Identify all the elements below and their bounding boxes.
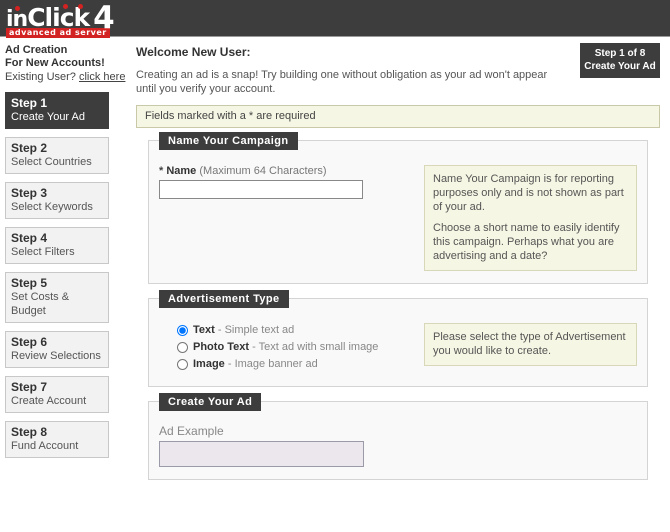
panel-body: * Name (Maximum 64 Characters) Name Your… bbox=[159, 157, 637, 271]
ad-type-option-image[interactable]: Image - Image banner ad bbox=[159, 357, 414, 371]
step-indicator-badge: Step 1 of 8 Create Your Ad bbox=[580, 43, 660, 78]
required-asterisk: * bbox=[159, 165, 164, 177]
panel-name-your-campaign: Name Your Campaign * Name (Maximum 64 Ch… bbox=[148, 132, 648, 284]
sidebar-step-2[interactable]: Step 2 Select Countries bbox=[5, 137, 109, 174]
step-number: Step 7 bbox=[11, 380, 48, 394]
ad-type-label-text[interactable]: Text - Simple text ad bbox=[193, 323, 294, 337]
step-label: Fund Account bbox=[11, 440, 79, 452]
ad-type-help-box: Please select the type of Advertisement … bbox=[424, 323, 637, 366]
campaign-name-field-group: * Name (Maximum 64 Characters) bbox=[159, 165, 414, 199]
campaign-name-label-text: Name bbox=[166, 165, 197, 177]
ad-type-radio-photo-text[interactable] bbox=[177, 341, 188, 353]
campaign-help-box: Name Your Campaign is for reporting purp… bbox=[424, 165, 637, 271]
logo-dot-icon bbox=[78, 4, 83, 9]
panel-legend: Create Your Ad bbox=[159, 393, 262, 411]
campaign-name-label: * Name (Maximum 64 Characters) bbox=[159, 165, 414, 177]
sidebar-step-7[interactable]: Step 7 Create Account bbox=[5, 376, 109, 413]
campaign-help-column: Name Your Campaign is for reporting purp… bbox=[414, 165, 637, 271]
sidebar: Ad Creation For New Accounts! Existing U… bbox=[0, 37, 126, 466]
sidebar-step-6[interactable]: Step 6 Review Selections bbox=[5, 331, 109, 368]
page-body: Ad Creation For New Accounts! Existing U… bbox=[0, 37, 670, 494]
ad-type-radio-text[interactable] bbox=[177, 324, 188, 336]
logo-text-version: 4 bbox=[93, 0, 115, 36]
step-number: Step 4 bbox=[11, 231, 48, 245]
logo-wordmark: inClick 4 bbox=[6, 1, 115, 34]
step-number: Step 1 bbox=[11, 96, 48, 110]
sidebar-step-8[interactable]: Step 8 Fund Account bbox=[5, 421, 109, 458]
app-header: inClick 4 advanced ad server bbox=[0, 0, 670, 38]
ad-type-name: Text bbox=[193, 324, 215, 336]
step-label: Set Costs & Budget bbox=[11, 291, 70, 317]
ad-example-group: Ad Example bbox=[159, 424, 637, 467]
step-number: Step 6 bbox=[11, 335, 48, 349]
panel-body: Text - Simple text ad Photo Text - Text … bbox=[159, 315, 637, 374]
step-number: Step 3 bbox=[11, 186, 48, 200]
ad-type-label-photo-text[interactable]: Photo Text - Text ad with small image bbox=[193, 340, 378, 354]
ad-type-desc: - Simple text ad bbox=[217, 324, 295, 336]
panel-legend: Advertisement Type bbox=[159, 290, 289, 308]
campaign-name-hint: (Maximum 64 Characters) bbox=[199, 165, 327, 177]
step-label: Review Selections bbox=[11, 350, 101, 362]
ad-type-name: Photo Text bbox=[193, 341, 250, 353]
sidebar-step-1[interactable]: Step 1 Create Your Ad bbox=[5, 92, 109, 129]
sidebar-step-4[interactable]: Step 4 Select Filters bbox=[5, 227, 109, 264]
inclick-logo: inClick 4 advanced ad server bbox=[6, 1, 115, 38]
ad-type-option-text[interactable]: Text - Simple text ad bbox=[159, 323, 414, 337]
campaign-help-paragraph-1: Name Your Campaign is for reporting purp… bbox=[433, 173, 624, 213]
step-indicator-line2: Create Your Ad bbox=[584, 61, 656, 72]
main-content: Step 1 of 8 Create Your Ad Welcome New U… bbox=[126, 37, 670, 494]
ad-type-name: Image bbox=[193, 358, 225, 370]
campaign-name-input[interactable] bbox=[159, 180, 363, 199]
panel-advertisement-type: Advertisement Type Text - Simple text ad… bbox=[148, 290, 648, 387]
ad-type-help-paragraph-1: Please select the type of Advertisement … bbox=[433, 331, 626, 357]
existing-user-text: Existing User? bbox=[5, 71, 76, 83]
ad-type-desc: - Text ad with small image bbox=[252, 341, 379, 353]
ad-type-desc: - Image banner ad bbox=[227, 358, 318, 370]
ad-example-label: Ad Example bbox=[159, 424, 224, 438]
step-label: Select Keywords bbox=[11, 201, 93, 213]
sidebar-step-3[interactable]: Step 3 Select Keywords bbox=[5, 182, 109, 219]
required-fields-note: Fields marked with a * are required bbox=[136, 105, 660, 128]
sidebar-title-line1: Ad Creation bbox=[5, 44, 68, 56]
step-number: Step 8 bbox=[11, 425, 48, 439]
ad-type-option-photo-text[interactable]: Photo Text - Text ad with small image bbox=[159, 340, 414, 354]
step-indicator-line1: Step 1 of 8 bbox=[594, 48, 646, 59]
ad-type-help-column: Please select the type of Advertisement … bbox=[414, 323, 637, 366]
intro-text: Creating an ad is a snap! Try building o… bbox=[136, 69, 548, 95]
logo-dot-icon bbox=[15, 6, 20, 11]
sidebar-step-5[interactable]: Step 5 Set Costs & Budget bbox=[5, 272, 109, 323]
panel-legend: Name Your Campaign bbox=[159, 132, 298, 150]
ad-type-label-image[interactable]: Image - Image banner ad bbox=[193, 357, 318, 371]
step-label: Create Your Ad bbox=[11, 111, 86, 123]
panel-create-your-ad: Create Your Ad Ad Example bbox=[148, 393, 648, 480]
existing-user-link[interactable]: click here bbox=[79, 71, 125, 83]
step-number: Step 2 bbox=[11, 141, 48, 155]
ad-type-options: Text - Simple text ad Photo Text - Text … bbox=[159, 323, 414, 374]
campaign-help-paragraph-2: Choose a short name to easily identify t… bbox=[433, 222, 620, 262]
ad-type-radio-image[interactable] bbox=[177, 358, 188, 370]
sidebar-title-line2: For New Accounts! bbox=[5, 57, 105, 69]
step-label: Select Countries bbox=[11, 156, 92, 168]
logo-dot-icon bbox=[63, 4, 68, 9]
ad-example-preview-box[interactable] bbox=[159, 441, 364, 467]
step-label: Create Account bbox=[11, 395, 87, 407]
step-number: Step 5 bbox=[11, 276, 48, 290]
existing-user-line: Existing User? click here bbox=[5, 70, 126, 84]
step-label: Select Filters bbox=[11, 246, 75, 258]
